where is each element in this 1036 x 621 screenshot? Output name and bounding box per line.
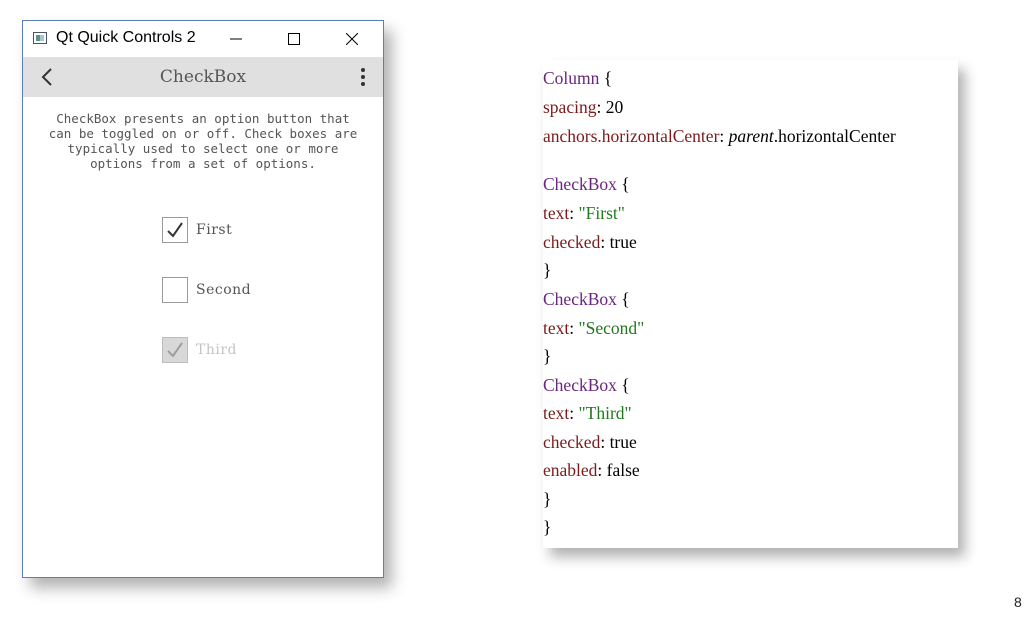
property: text <box>543 203 570 223</box>
code-line: checked: true <box>543 232 637 253</box>
string: "Third" <box>578 403 632 423</box>
checkmark-icon <box>167 342 183 358</box>
checkbox-indicator <box>162 337 188 363</box>
close-icon <box>346 33 358 45</box>
maximize-icon <box>288 33 300 45</box>
page-title: CheckBox <box>159 67 247 87</box>
code-line: } <box>543 517 551 538</box>
minimize-button[interactable] <box>213 21 259 57</box>
property: checked <box>543 232 601 252</box>
app-icon <box>33 32 47 44</box>
checkbox-second[interactable]: Second <box>162 276 251 304</box>
checkbox-third: Third <box>162 336 237 364</box>
keyword: CheckBox <box>543 375 617 395</box>
code-line: Column { <box>543 68 612 89</box>
brace: } <box>543 517 552 537</box>
code-line: enabled: false <box>543 460 640 481</box>
code-line: checked: true <box>543 432 637 453</box>
property: spacing <box>543 97 597 117</box>
code-line: anchors.horizontalCenter: parent.horizon… <box>543 126 896 147</box>
property: checked <box>543 432 601 452</box>
brace: } <box>543 260 552 280</box>
keyword: Column <box>543 68 600 88</box>
value: : 20 <box>596 97 624 117</box>
separator: : <box>569 403 579 423</box>
brace: { <box>599 68 613 88</box>
property: anchors.horizontalCenter <box>543 126 720 146</box>
page-number: 8 <box>1014 594 1022 610</box>
brace: { <box>616 375 630 395</box>
property: enabled <box>543 460 598 480</box>
checkbox-label: Second <box>196 282 252 298</box>
code-line: CheckBox { <box>543 174 630 195</box>
code-panel: Column { spacing: 20 anchors.horizontalC… <box>543 60 958 548</box>
title-bar[interactable]: Qt Quick Controls 2 <box>23 21 383 57</box>
checkmark-icon <box>167 222 183 238</box>
string: "Second" <box>578 318 645 338</box>
code-line: text: "Third" <box>543 403 632 424</box>
page-description: CheckBox presents an option button that … <box>48 111 358 171</box>
separator: : <box>569 318 579 338</box>
code-line: } <box>543 346 551 367</box>
value: : true <box>600 432 637 452</box>
keyword: CheckBox <box>543 289 617 309</box>
separator: : <box>569 203 579 223</box>
checkbox-indicator[interactable] <box>162 277 188 303</box>
code-line: spacing: 20 <box>543 97 623 118</box>
brace: { <box>616 289 630 309</box>
code-line: } <box>543 489 551 510</box>
keyword: CheckBox <box>543 174 617 194</box>
app-window: Qt Quick Controls 2 CheckBox CheckBox pr… <box>22 20 384 578</box>
separator: : <box>719 126 729 146</box>
checkbox-first[interactable]: First <box>162 216 232 244</box>
value: : false <box>597 460 640 480</box>
value-parent: parent <box>728 126 774 146</box>
brace: { <box>616 174 630 194</box>
value: : true <box>600 232 637 252</box>
code-line: } <box>543 260 551 281</box>
window-title: Qt Quick Controls 2 <box>56 29 196 46</box>
code-line: CheckBox { <box>543 289 630 310</box>
brace: } <box>543 346 552 366</box>
checkbox-indicator[interactable] <box>162 217 188 243</box>
code-line: CheckBox { <box>543 375 630 396</box>
value: .horizontalCenter <box>773 126 896 146</box>
string: "First" <box>578 203 625 223</box>
checkbox-label: First <box>196 222 233 238</box>
checkbox-label: Third <box>196 342 237 358</box>
maximize-button[interactable] <box>271 21 317 57</box>
code-line: text: "Second" <box>543 318 644 339</box>
brace: } <box>543 489 552 509</box>
code-line: text: "First" <box>543 203 625 224</box>
property: text <box>543 318 570 338</box>
app-toolbar: CheckBox <box>23 57 383 97</box>
menu-button[interactable] <box>347 61 379 93</box>
more-vertical-icon <box>361 68 365 86</box>
property: text <box>543 403 570 423</box>
close-button[interactable] <box>329 21 375 57</box>
minimize-icon <box>230 38 242 40</box>
